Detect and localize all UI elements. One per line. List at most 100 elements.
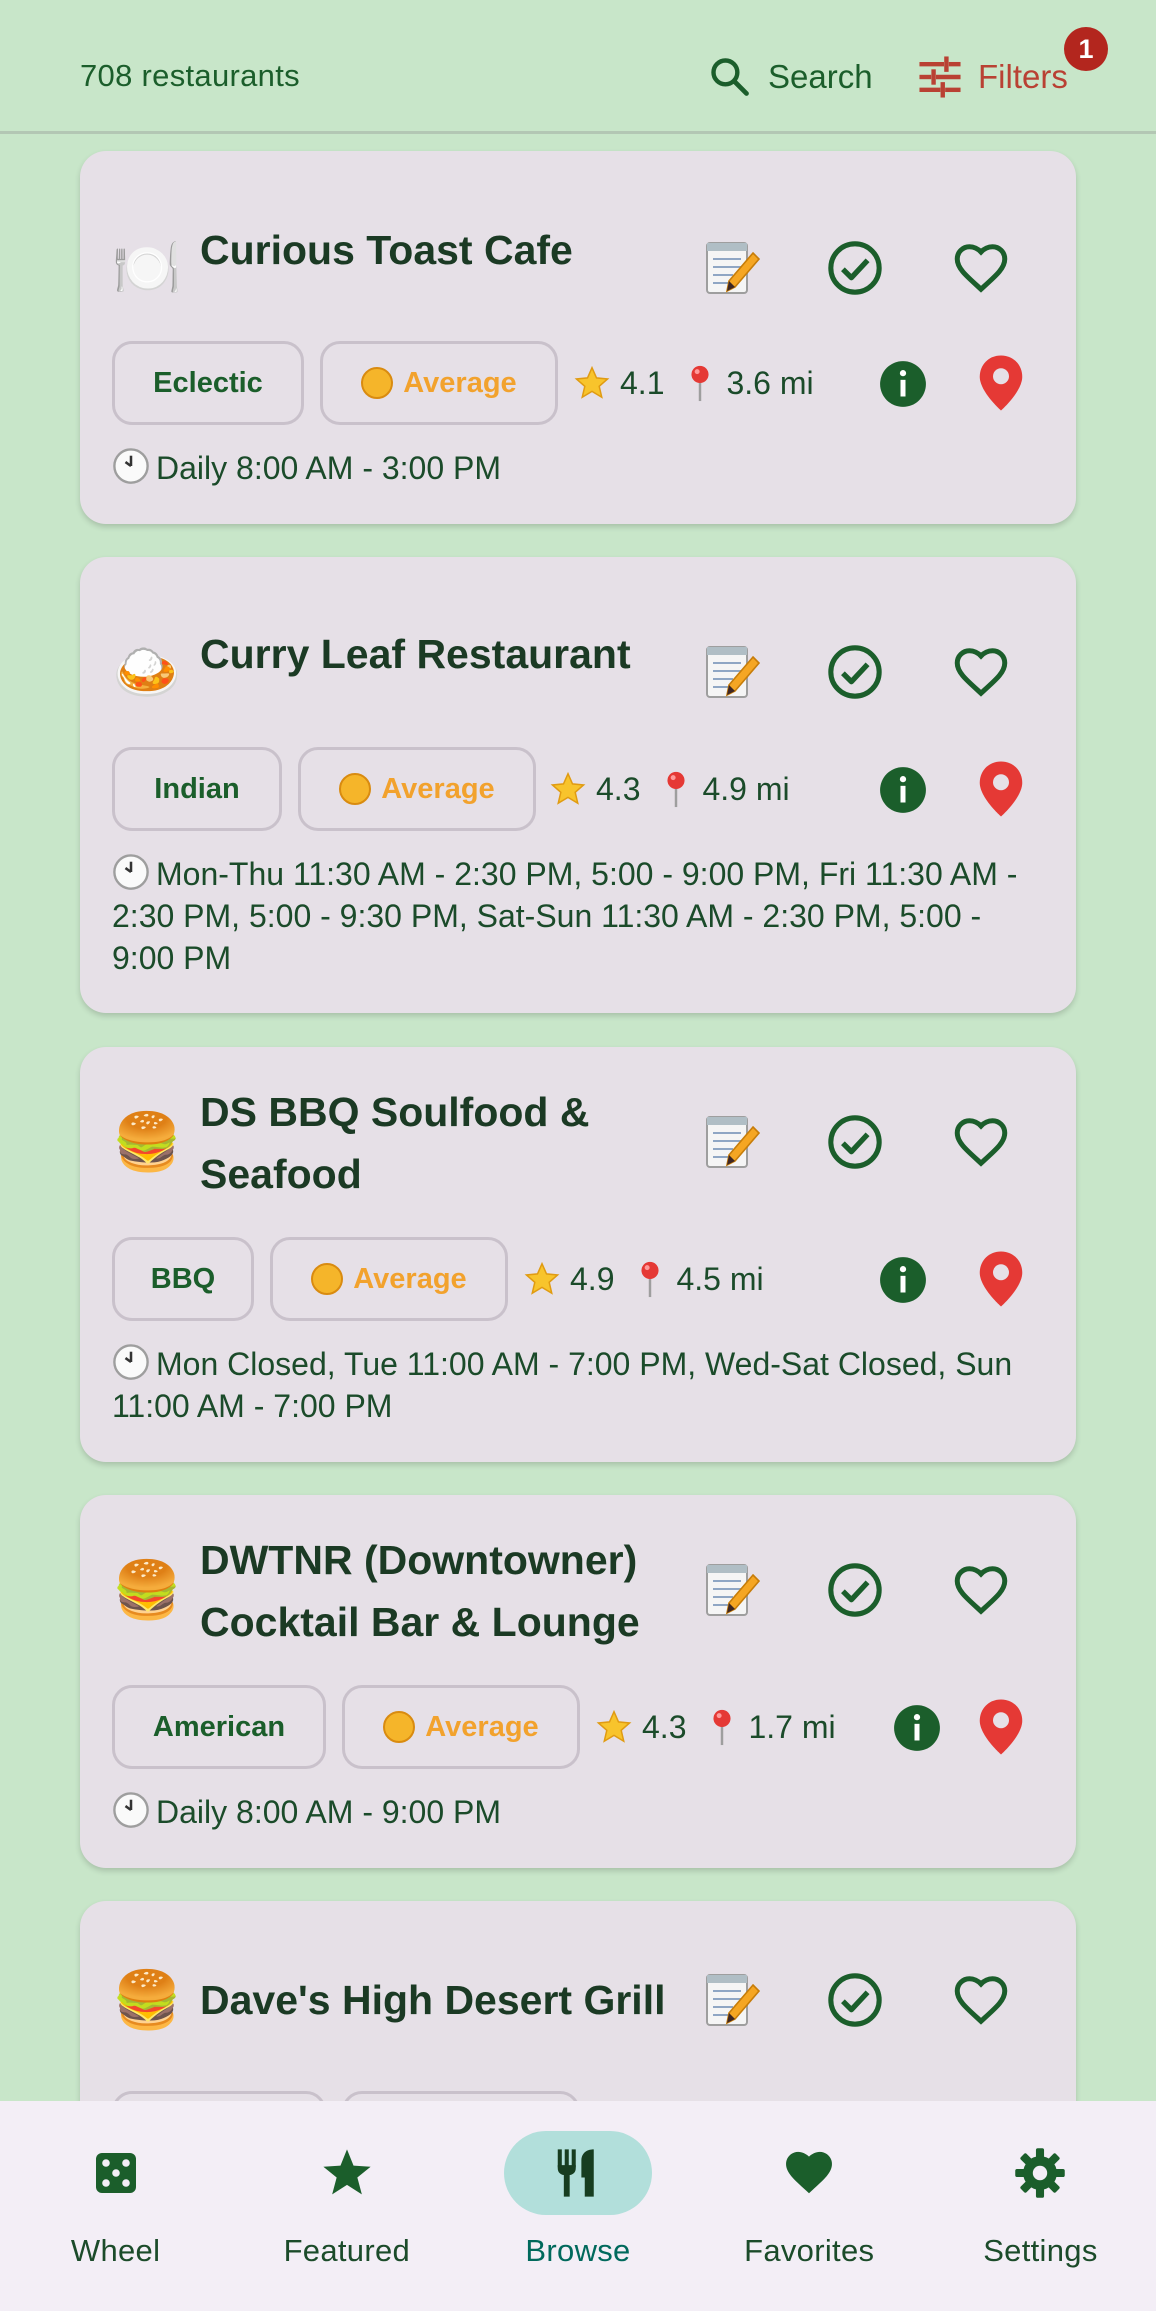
tune-icon (919, 56, 961, 98)
nav-pill (42, 2131, 190, 2215)
favorite-button[interactable] (946, 233, 1016, 303)
filters-button[interactable]: Filters (918, 52, 1068, 102)
visited-button[interactable] (820, 637, 890, 707)
distance-value: 4.9 mi (702, 770, 790, 807)
heart-outline-icon (954, 1118, 1008, 1167)
restaurant-card[interactable]: 🍔 DS BBQ Soulfood & Seafood BBQ Average … (80, 1047, 1076, 1462)
visited-button[interactable] (820, 1107, 890, 1177)
memo-icon (706, 1564, 761, 1616)
price-chip[interactable]: Average (342, 1685, 580, 1769)
check-circle-icon (828, 241, 882, 295)
distance-value: 4.5 mi (676, 1260, 764, 1297)
filters-count-badge: 1 (1064, 27, 1108, 71)
clock-icon (113, 1344, 149, 1380)
utensils-icon (557, 2149, 594, 2197)
restaurant-card[interactable]: 🍽️ Curious Toast Cafe Eclectic Average 4… (80, 151, 1076, 524)
check-circle-icon (828, 1563, 882, 1617)
nav-label: Settings (983, 2233, 1098, 2268)
restaurant-name: DS BBQ Soulfood & Seafood (200, 1089, 590, 1197)
nav-label: Wheel (70, 2233, 161, 2268)
visited-button[interactable] (820, 1555, 890, 1625)
price-chip[interactable]: Average (270, 1237, 508, 1321)
price-label: Average (353, 1262, 467, 1295)
search-icon (711, 58, 749, 96)
nav-pill (273, 2131, 421, 2215)
nav-item-featured[interactable]: Featured (231, 2101, 462, 2311)
memo-icon (706, 1974, 761, 2026)
price-chip[interactable]: Average (320, 341, 558, 425)
nav-label: Featured (283, 2233, 411, 2268)
map-pin-icon[interactable] (976, 353, 1026, 413)
price-label: Average (381, 772, 495, 805)
rating-distance: 4.3 4.9 mi (550, 759, 790, 819)
cuisine-chip[interactable]: Indian (112, 747, 282, 831)
info-icon[interactable] (878, 359, 928, 409)
round-pushpin-icon (713, 1709, 732, 1746)
restaurant-card[interactable]: 🍔 Dave's High Desert Grill (80, 1901, 1076, 2101)
price-dot-icon (383, 1711, 416, 1743)
distance-value: 1.7 mi (748, 1708, 836, 1745)
favorite-button[interactable] (946, 1965, 1016, 2035)
gear-icon (1015, 2148, 1066, 2198)
info-icon[interactable] (892, 1703, 942, 1753)
hours-text: Mon Closed, Tue 11:00 AM - 7:00 PM, Wed-… (112, 1346, 1013, 1424)
visited-button[interactable] (820, 233, 890, 303)
nav-pill (966, 2131, 1114, 2215)
heart-outline-icon (954, 648, 1008, 697)
price-chip[interactable] (342, 2091, 580, 2101)
info-icon[interactable] (878, 1255, 928, 1305)
map-pin-icon[interactable] (976, 1697, 1026, 1757)
favorite-button[interactable] (946, 1107, 1016, 1177)
nav-item-browse[interactable]: Browse (462, 2101, 693, 2311)
star-icon (323, 2149, 371, 2195)
favorite-button[interactable] (946, 1555, 1016, 1625)
rating-value: 4.1 (620, 364, 665, 401)
memo-icon (706, 242, 761, 294)
favorite-button[interactable] (946, 637, 1016, 707)
heart-outline-icon (954, 1976, 1008, 2025)
notes-button[interactable] (696, 1555, 766, 1625)
cuisine-emoji: 🍔 (112, 1968, 182, 2033)
restaurant-card[interactable]: 🍛 Curry Leaf Restaurant Indian Average 4… (80, 557, 1076, 1013)
heart-outline-icon (954, 244, 1008, 293)
search-button[interactable]: Search (708, 52, 873, 102)
notes-button[interactable] (696, 233, 766, 303)
restaurant-count: 708 restaurants (80, 58, 300, 93)
star-icon (596, 1709, 632, 1743)
notes-button[interactable] (696, 637, 766, 707)
cuisine-emoji: 🍔 (112, 1110, 182, 1175)
nav-item-settings[interactable]: Settings (925, 2101, 1156, 2311)
hours-text: Daily 8:00 AM - 9:00 PM (156, 1794, 502, 1830)
memo-icon (706, 1116, 761, 1168)
notes-button[interactable] (696, 1107, 766, 1177)
rating-distance: 4.1 3.6 mi (574, 353, 814, 413)
clock-icon (113, 448, 149, 484)
rating-value: 4.3 (596, 770, 641, 807)
restaurant-name: DWTNR (Downtowner) Cocktail Bar & Lounge (200, 1537, 640, 1645)
price-label: Average (403, 366, 517, 399)
price-chip[interactable]: Average (298, 747, 536, 831)
map-pin-icon[interactable] (976, 759, 1026, 819)
rating-distance: 4.3 1.7 mi (596, 1697, 836, 1757)
restaurant-card[interactable]: 🍔 DWTNR (Downtowner) Cocktail Bar & Loun… (80, 1495, 1076, 1868)
cuisine-chip[interactable] (112, 2091, 326, 2101)
visited-button[interactable] (820, 1965, 890, 2035)
nav-label: Favorites (744, 2233, 875, 2268)
star-icon (550, 771, 586, 805)
opening-hours: Daily 8:00 AM - 9:00 PM (112, 1791, 1036, 1833)
cuisine-chip[interactable]: American (112, 1685, 326, 1769)
heart-icon (786, 2151, 833, 2194)
map-pin-icon[interactable] (976, 1249, 1026, 1309)
info-icon[interactable] (878, 765, 928, 815)
distance-value: 3.6 mi (726, 364, 814, 401)
nav-item-favorites[interactable]: Favorites (694, 2101, 925, 2311)
cuisine-emoji: 🍽️ (112, 236, 182, 301)
nav-label: Browse (525, 2233, 631, 2268)
notes-button[interactable] (696, 1965, 766, 2035)
restaurant-name: Curious Toast Cafe (200, 227, 573, 273)
round-pushpin-icon (641, 1261, 660, 1298)
nav-item-wheel[interactable]: Wheel (0, 2101, 231, 2311)
restaurant-list[interactable]: 🍽️ Curious Toast Cafe Eclectic Average 4… (0, 137, 1156, 2101)
cuisine-chip[interactable]: BBQ (112, 1237, 254, 1321)
cuisine-chip[interactable]: Eclectic (112, 341, 304, 425)
